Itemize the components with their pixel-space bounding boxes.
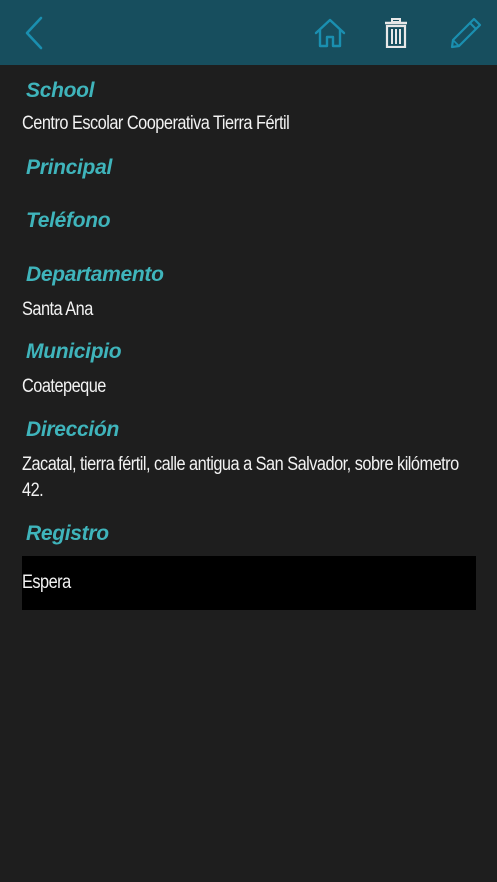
home-icon <box>314 18 346 47</box>
school-label: School <box>26 79 95 102</box>
back-button[interactable] <box>14 0 54 65</box>
municipio-value: Coatepeque <box>22 376 106 397</box>
delete-button[interactable] <box>376 0 416 65</box>
school-value: Centro Escolar Cooperativa Tierra Fértil <box>22 113 290 134</box>
departamento-label: Departamento <box>26 263 164 286</box>
direccion-value: Zacatal, tierra fértil, calle antigua a … <box>22 454 459 501</box>
edit-button[interactable] <box>444 0 488 65</box>
trash-icon <box>385 17 407 48</box>
home-button[interactable] <box>308 0 352 65</box>
departamento-value: Santa Ana <box>22 299 93 320</box>
municipio-label: Municipio <box>26 340 122 363</box>
chevron-left-icon <box>25 16 43 49</box>
registro-value: Espera <box>22 572 71 593</box>
registro-label: Registro <box>26 522 109 545</box>
direccion-label: Dirección <box>26 418 119 441</box>
principal-label: Principal <box>26 156 112 179</box>
pencil-icon <box>450 17 482 48</box>
registro-status-box: Espera <box>22 556 476 610</box>
telefono-label: Teléfono <box>26 209 111 232</box>
top-app-bar <box>0 0 497 65</box>
